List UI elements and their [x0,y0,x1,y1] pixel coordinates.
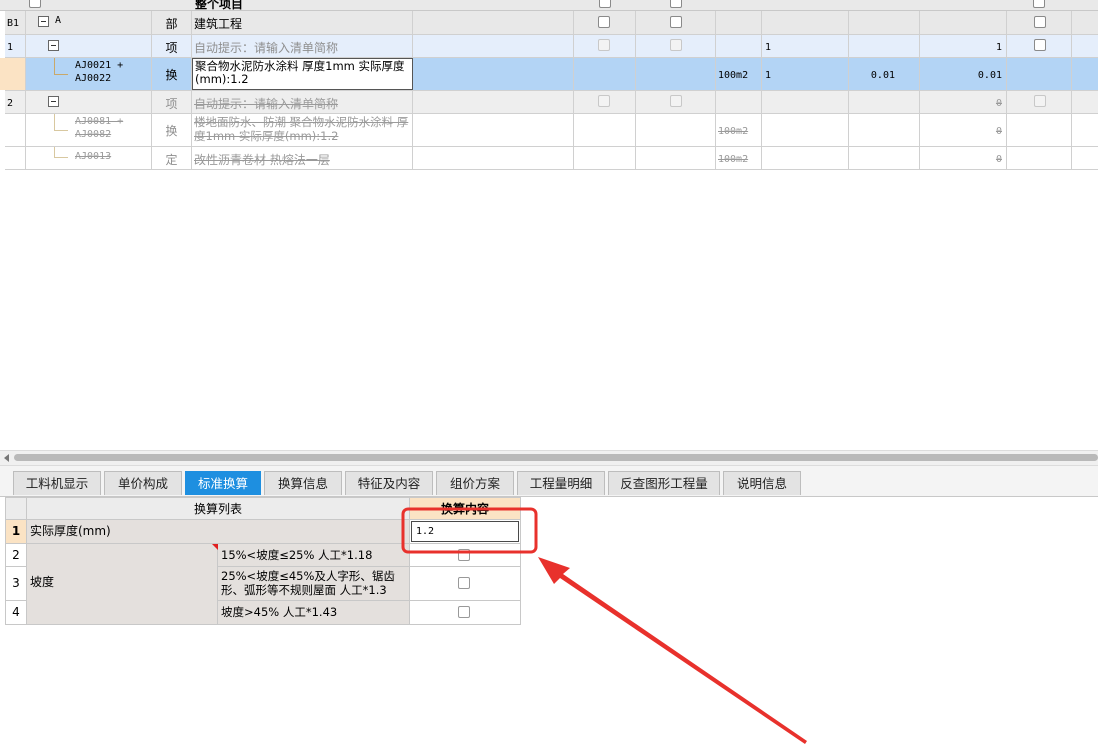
annotation-overlay [401,507,807,744]
highlight-box [401,507,538,554]
annotation-arrow-icon [538,557,807,744]
